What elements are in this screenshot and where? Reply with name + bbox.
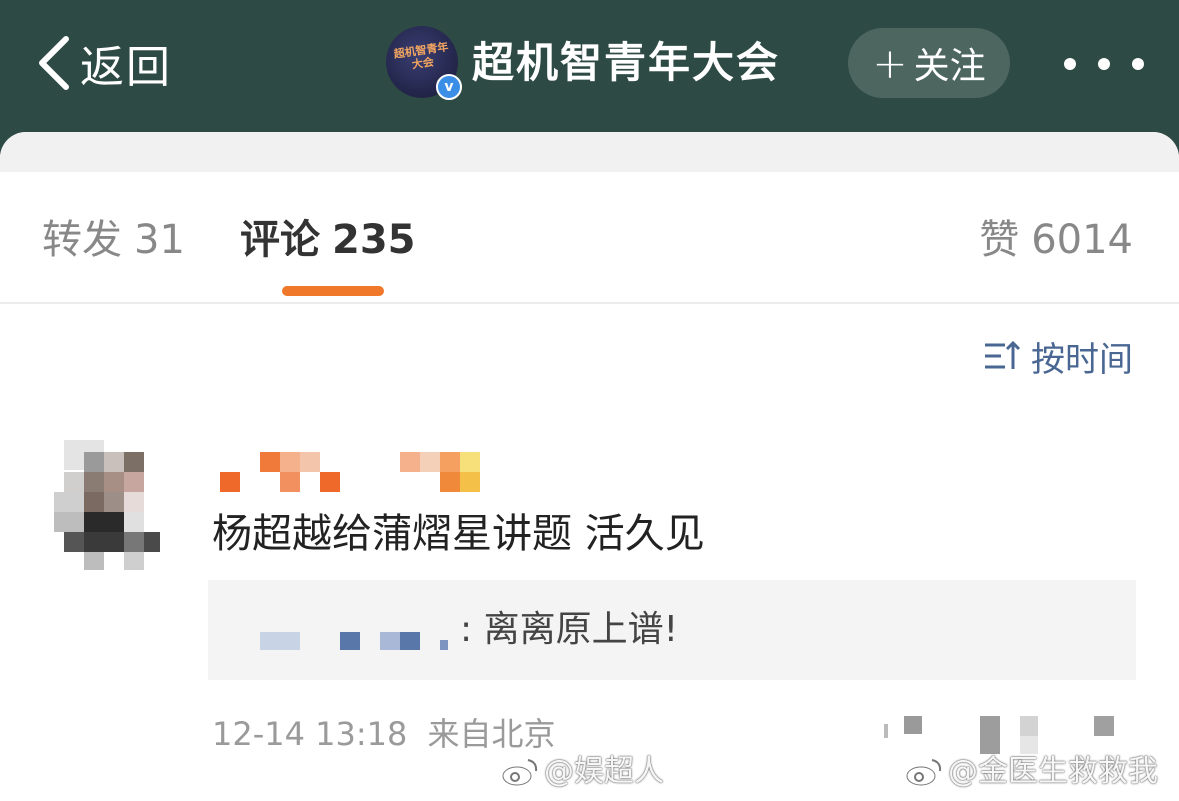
tabs-divider	[0, 302, 1179, 304]
comment-location: 来自北京	[427, 715, 556, 753]
tab-comment-label: 评论	[240, 217, 320, 263]
account-avatar[interactable]: 超机智青年大会 v	[386, 26, 462, 100]
tab-like-label: 赞	[979, 217, 1020, 263]
account-logo: 超机智青年大会	[392, 40, 450, 72]
more-dot-icon	[1064, 58, 1076, 70]
commenter-avatar[interactable]	[44, 440, 164, 570]
weibo-logo-icon	[501, 759, 538, 787]
comment-timestamp: 12-14 13:18	[212, 715, 408, 753]
card-top-strip	[0, 132, 1179, 172]
tab-comment[interactable]: 评论 235	[240, 210, 416, 270]
tab-repost[interactable]: 转发 31	[42, 210, 185, 270]
commenter-name[interactable]	[216, 450, 486, 494]
back-button[interactable]: 返回	[34, 30, 172, 96]
tab-like-count: 6014	[1031, 217, 1133, 263]
comment-text: 杨超越给蒲熠星讲题 活久见	[212, 511, 705, 557]
chevron-left-icon	[39, 36, 69, 90]
tab-like[interactable]: 赞 6014	[979, 210, 1133, 270]
weibo-logo-icon	[905, 759, 942, 787]
verified-badge-icon: v	[436, 74, 462, 100]
more-options-button[interactable]	[1064, 44, 1144, 84]
tab-comment-count: 235	[332, 217, 416, 263]
account-name[interactable]: 超机智青年大会	[472, 30, 780, 96]
follow-button[interactable]: + 关注	[848, 28, 1010, 98]
plus-icon: +	[872, 38, 908, 88]
sort-label: 按时间	[1031, 339, 1133, 380]
sort-icon	[985, 340, 1021, 369]
follow-label: 关注	[913, 46, 986, 87]
sort-by-time-button[interactable]: 按时间	[983, 330, 1133, 382]
tab-repost-label: 转发	[42, 217, 122, 263]
reply-preview[interactable]: : 离离原上谱!	[208, 580, 1136, 680]
more-dot-icon	[1132, 58, 1144, 70]
reply-author-name[interactable]	[260, 632, 460, 652]
more-dot-icon	[1098, 58, 1110, 70]
tab-repost-count: 31	[134, 217, 185, 263]
reply-text: : 离离原上谱!	[460, 609, 679, 650]
watermark-left: @娱超人	[500, 750, 664, 794]
watermark-right: @金医生救救我	[904, 750, 1158, 794]
active-tab-indicator	[282, 286, 384, 296]
back-label: 返回	[80, 42, 172, 93]
